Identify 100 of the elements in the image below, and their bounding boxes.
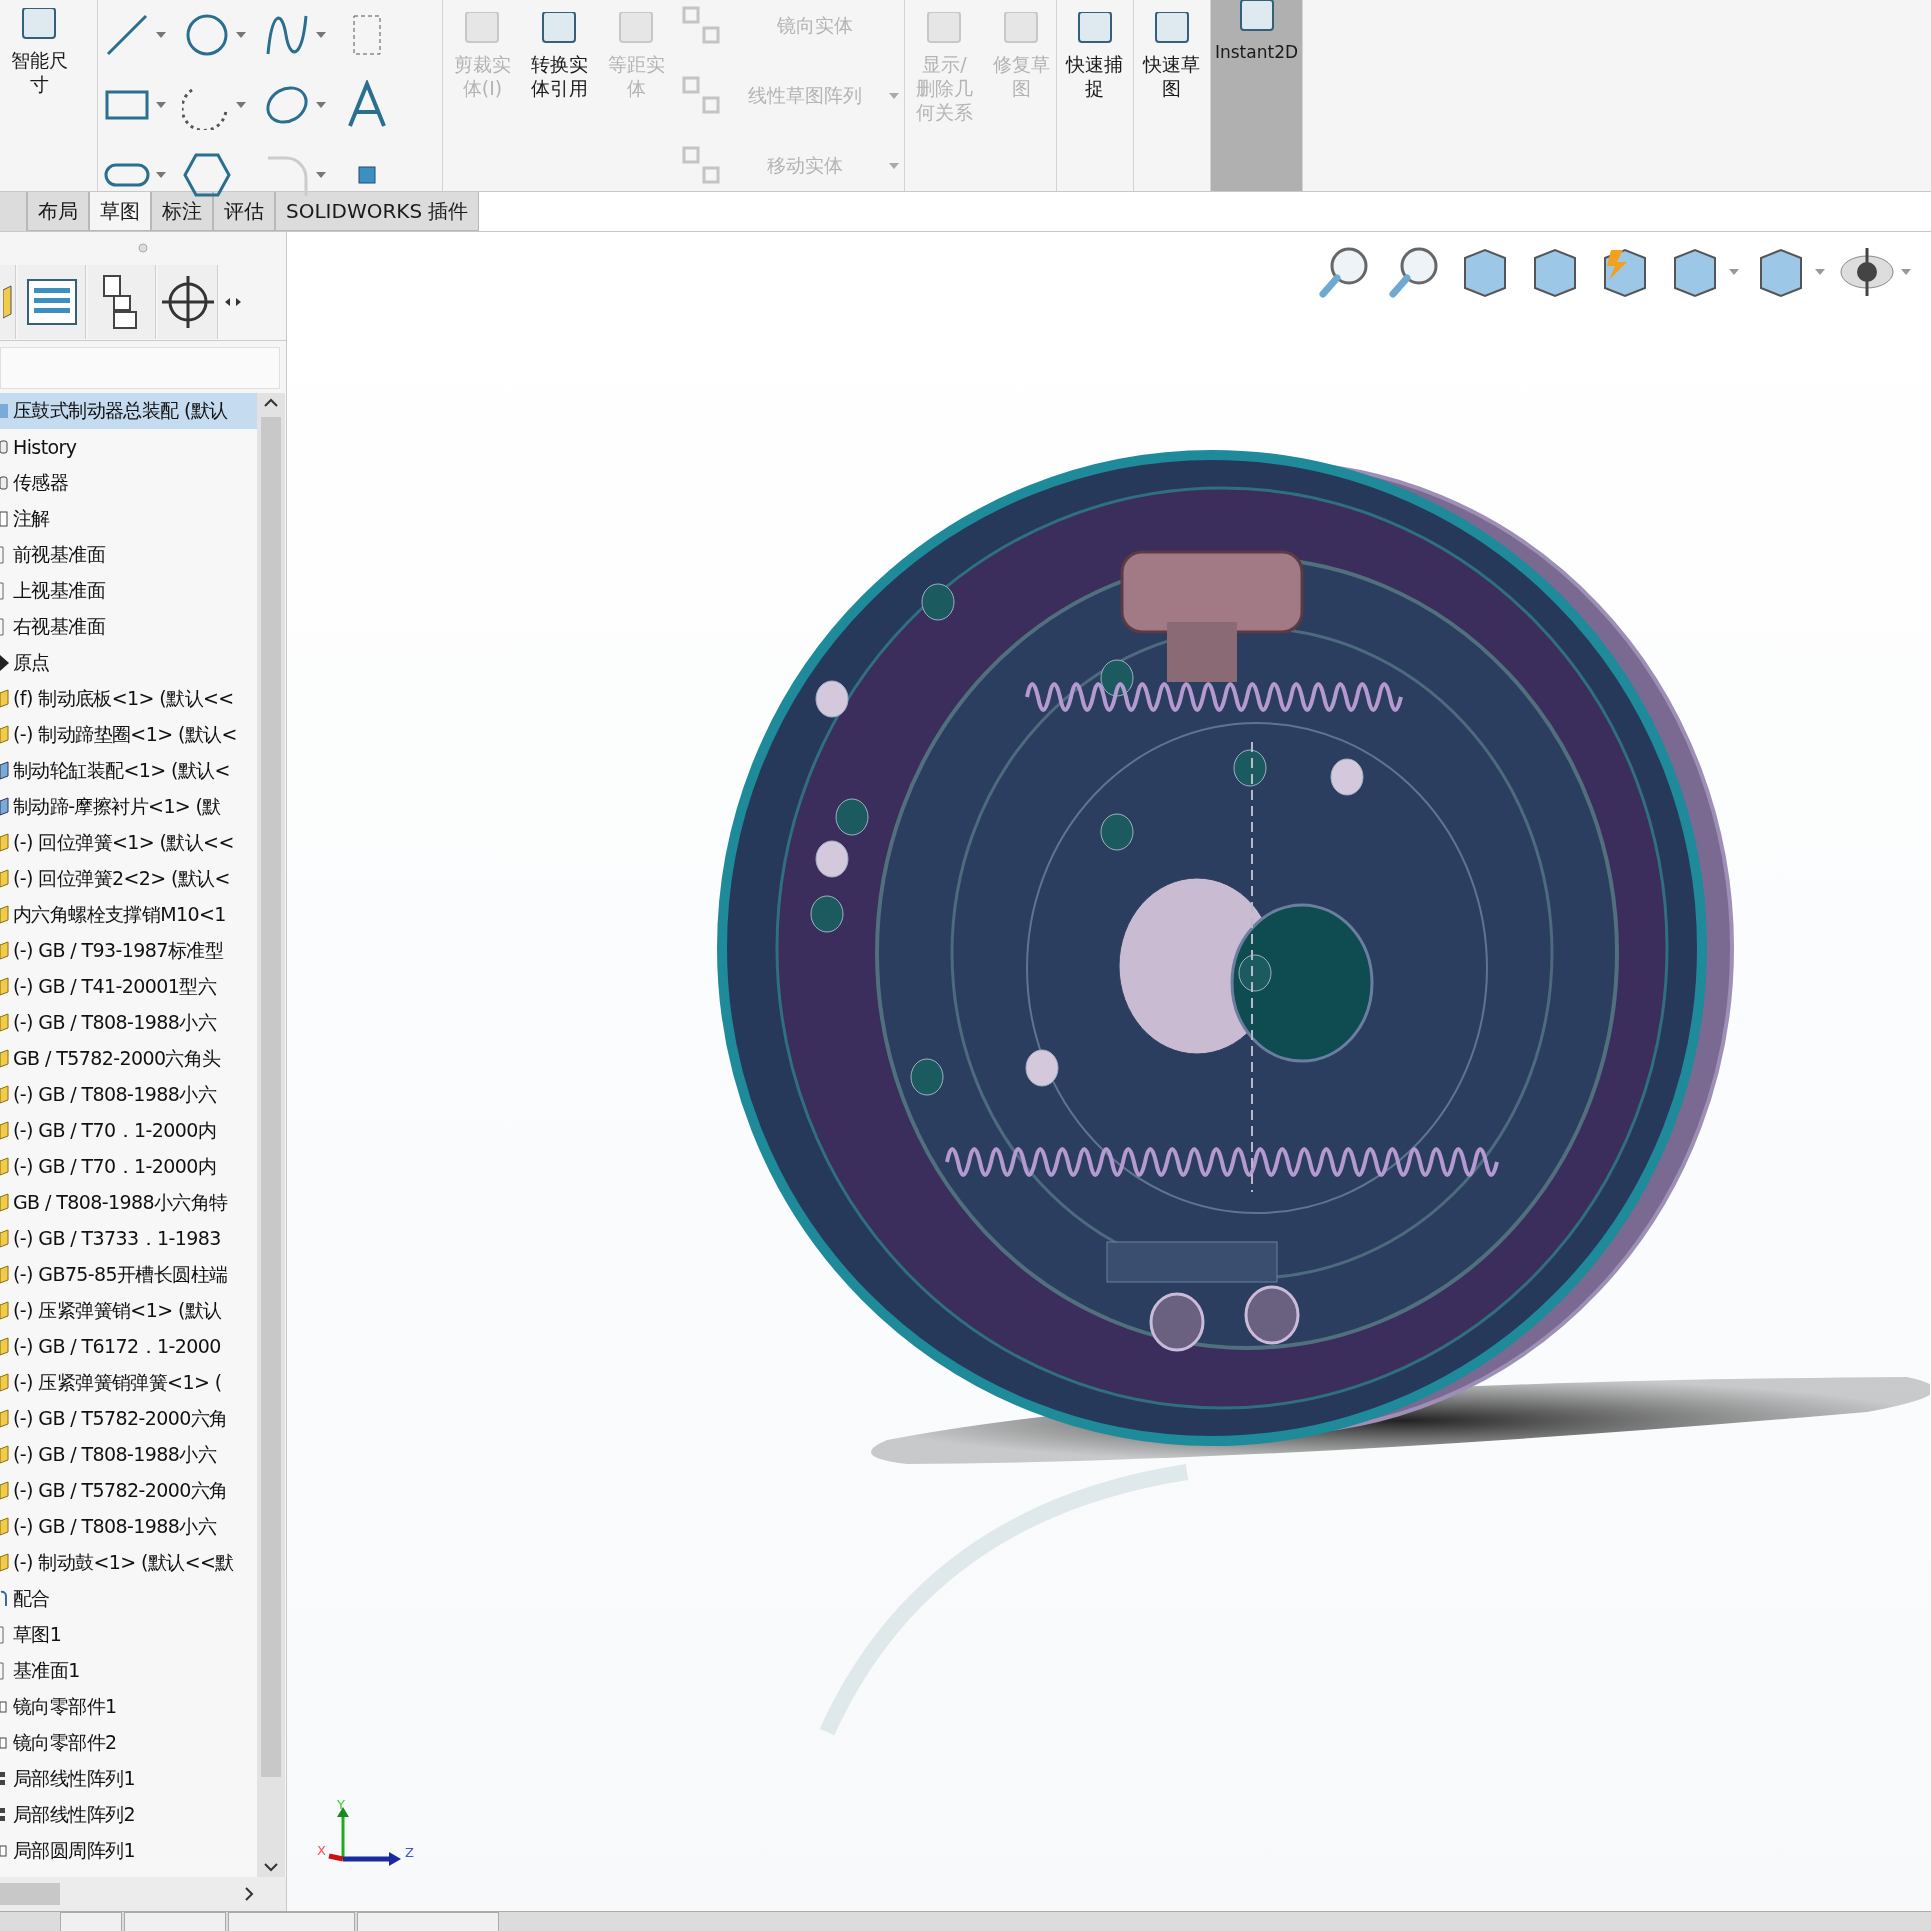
tree-item[interactable]: (-) 制动蹄垫圈<1> (默认< — [0, 717, 257, 753]
caret-icon[interactable] — [1901, 269, 1911, 275]
tree-item[interactable]: (-) 回位弹簧2<2> (默认< — [0, 861, 257, 897]
tree-item[interactable]: 原点 — [0, 645, 257, 681]
caret-icon[interactable] — [316, 32, 326, 38]
caret-icon[interactable] — [236, 32, 246, 38]
caret-icon[interactable] — [316, 172, 326, 178]
part-icon — [0, 977, 10, 997]
caret-icon[interactable] — [236, 102, 246, 108]
ribbon-tab[interactable]: SOLIDWORKS 插件 — [275, 192, 480, 231]
part-icon — [0, 1085, 10, 1105]
ribbon-tab[interactable]: 草图 — [89, 192, 151, 231]
part-icon — [0, 1481, 10, 1501]
tree-item[interactable]: (-) GB / T808-1988小六 — [0, 1077, 257, 1113]
tree-item[interactable]: 前视基准面 — [0, 537, 257, 573]
tree-item[interactable]: (-) GB / T808-1988小六 — [0, 1005, 257, 1041]
filter-field[interactable] — [0, 347, 280, 389]
panel-tab[interactable] — [88, 265, 156, 339]
pattern-icon — [681, 6, 722, 46]
tree-item[interactable]: (f) 制动底板<1> (默认<< — [0, 681, 257, 717]
part-icon — [0, 1049, 10, 1069]
tree-item[interactable]: (-) GB / T808-1988小六 — [0, 1437, 257, 1473]
tree-item[interactable]: (-) GB / T6172．1-2000 — [0, 1329, 257, 1365]
part-icon — [0, 1373, 10, 1393]
tree-item[interactable]: (-) GB / T70．1-2000内 — [0, 1113, 257, 1149]
tree-item[interactable]: (-) GB / T3733．1-1983 — [0, 1221, 257, 1257]
part-icon — [0, 725, 10, 745]
scrollbar[interactable] — [257, 393, 285, 1877]
assembly-icon — [0, 401, 10, 421]
tree-item[interactable]: (-) 回位弹簧<1> (默认<< — [0, 825, 257, 861]
tree-item[interactable]: 局部线性阵列2 — [0, 1797, 257, 1833]
part-icon — [0, 1445, 10, 1465]
part-icon — [0, 941, 10, 961]
origin-icon — [0, 653, 10, 673]
tree-item[interactable]: (-) GB75-85开槽长圆柱端 — [0, 1257, 257, 1293]
crosshair-icon — [161, 276, 214, 328]
pattern-icon — [681, 146, 722, 186]
tree-item[interactable]: GB / T5782-2000六角头 — [0, 1041, 257, 1077]
tree-item[interactable]: 内六角螺栓支撑销M10<1 — [0, 897, 257, 933]
tree-item[interactable]: 基准面1 — [0, 1653, 257, 1689]
panel-tab[interactable] — [18, 265, 86, 339]
tree-item[interactable]: (-) GB / T5782-2000六角 — [0, 1401, 257, 1437]
part-icon — [0, 1229, 10, 1249]
scrollbar[interactable] — [0, 1877, 286, 1911]
tree-item[interactable]: (-) GB / T808-1988小六 — [0, 1509, 257, 1545]
axis-triad-drawing: Y X Z — [317, 1799, 417, 1879]
ribbon-tab[interactable]: 布局 — [27, 192, 89, 231]
part-icon — [0, 1553, 10, 1573]
mate-icon — [0, 1589, 10, 1609]
tree-item[interactable]: 配合 — [0, 1581, 257, 1617]
caret-icon[interactable] — [156, 102, 166, 108]
part-icon — [0, 833, 10, 853]
tree-item[interactable]: 制动轮缸装配<1> (默认< — [0, 753, 257, 789]
caret-icon[interactable] — [316, 102, 326, 108]
caret-icon[interactable] — [156, 32, 166, 38]
tree-item[interactable]: (-) GB / T5782-2000六角 — [0, 1473, 257, 1509]
scroll-thumb[interactable] — [261, 417, 281, 1777]
smart-dimension-button[interactable]: 智能尺寸 — [4, 8, 75, 96]
part-icon — [0, 1409, 10, 1429]
command-button[interactable]: 快速草图 — [1134, 12, 1210, 100]
panel-tab[interactable] — [158, 265, 218, 339]
tree-item[interactable]: 压鼓式制动器总装配 (默认 — [0, 393, 257, 429]
tree-item[interactable]: 上视基准面 — [0, 573, 257, 609]
tree-item[interactable]: (-) GB / T41-20001型六 — [0, 969, 257, 1005]
part-icon — [0, 1157, 10, 1177]
tree-item[interactable]: (-) 压紧弹簧销<1> (默认 — [0, 1293, 257, 1329]
tree-item[interactable]: GB / T808-1988小六角特 — [0, 1185, 257, 1221]
part-icon — [0, 689, 10, 709]
part-icon — [0, 905, 10, 925]
tree-item[interactable]: 局部圆周阵列1 — [0, 1833, 257, 1869]
caret-icon[interactable] — [156, 172, 166, 178]
tree-item[interactable]: (-) GB / T70．1-2000内 — [0, 1149, 257, 1185]
ribbon-tab[interactable]: 标注 — [151, 192, 213, 231]
pattern-icon — [681, 76, 722, 116]
command-button[interactable]: 转换实体引用 — [523, 12, 595, 100]
instant2d-button[interactable]: Instant2D — [1211, 0, 1302, 191]
tree-item[interactable]: 注解 — [0, 501, 257, 537]
tree-item[interactable]: 草图1 — [0, 1617, 257, 1653]
part-icon — [0, 1013, 10, 1033]
tree-item[interactable]: 传感器 — [0, 465, 257, 501]
tree-item[interactable]: 镜向零部件1 — [0, 1689, 257, 1725]
caret-icon[interactable] — [1815, 269, 1825, 275]
tree-item[interactable]: 镜向零部件2 — [0, 1725, 257, 1761]
caret-icon[interactable] — [1729, 269, 1739, 275]
scroll-thumb[interactable] — [0, 1883, 60, 1905]
tree-item[interactable]: 局部线性阵列1 — [0, 1761, 257, 1797]
part-icon — [0, 1193, 10, 1213]
part-icon — [0, 1301, 10, 1321]
tree-item[interactable]: (-) 制动鼓<1> (默认<<默 — [0, 1545, 257, 1581]
subassembly-icon — [0, 797, 10, 817]
tree-item[interactable]: 右视基准面 — [0, 609, 257, 645]
grip-icon[interactable] — [138, 243, 148, 253]
tree-item[interactable]: (-) GB / T93-1987标准型 — [0, 933, 257, 969]
tree-item[interactable]: 制动蹄-摩擦衬片<1> (默 — [0, 789, 257, 825]
tree-item[interactable]: (-) 压紧弹簧销弹簧<1> ( — [0, 1365, 257, 1401]
part-icon — [0, 1121, 10, 1141]
command-button[interactable]: 快速捕捉 — [1057, 12, 1133, 100]
ribbon-tab[interactable]: 评估 — [213, 192, 275, 231]
tree-item[interactable]: History — [0, 429, 257, 465]
part-icon — [0, 869, 10, 889]
